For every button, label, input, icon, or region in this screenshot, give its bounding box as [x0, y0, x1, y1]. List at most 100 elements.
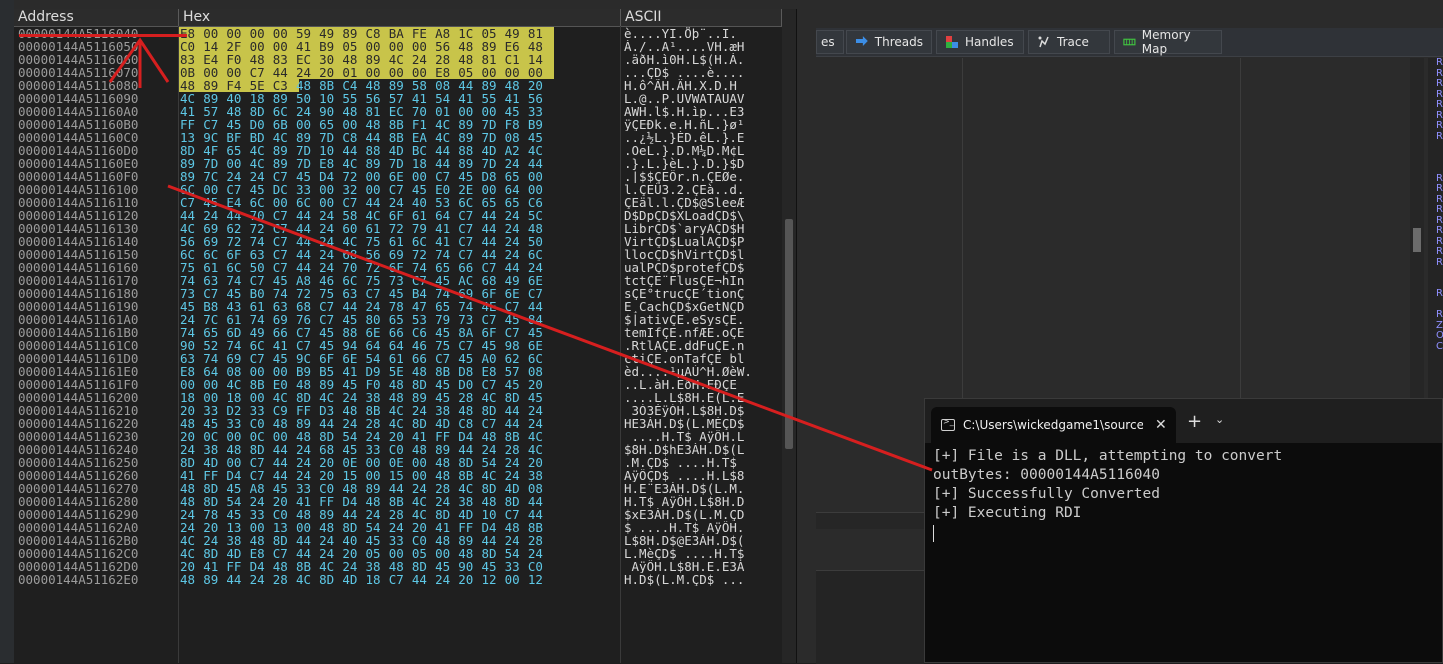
- memory-map-icon: [1123, 38, 1136, 46]
- tab-handles[interactable]: Handles: [936, 30, 1024, 54]
- register-letter: R: [1436, 309, 1443, 320]
- row-ascii: D$DpÇD$XLoadÇD$\: [624, 209, 745, 222]
- hex-byte[interactable]: 89: [203, 573, 226, 586]
- vertical-scrollbar[interactable]: [1410, 58, 1424, 398]
- row-ascii: .RtlAÇE.ddFuÇE.n: [624, 339, 745, 352]
- row-ascii: ..L.àH.EðH.EÐÇE: [624, 378, 745, 391]
- hex-byte[interactable]: C7: [389, 573, 412, 586]
- row-ascii: AWH.l$.H.ìp...E3: [624, 105, 745, 118]
- row-ascii: 3Ò3ÉÿÓH.L$8H.D$: [624, 404, 745, 417]
- row-ascii: .äðH.ì0H.L$(H.Á.: [624, 53, 745, 66]
- scrollbar-thumb[interactable]: [1413, 228, 1421, 252]
- terminal-line: [+] Successfully Converted: [933, 486, 1160, 502]
- row-ascii: H.E¨E3ÀH.D$(L.M.: [624, 482, 745, 495]
- row-hex: 48 89 44 24 28 4C 8D 4D 18 C7 44 24 20 12 00 12: [178, 573, 620, 586]
- row-ascii: ...ÇD$ ....è....: [624, 66, 745, 79]
- register-letter: [1428, 268, 1443, 279]
- row-ascii: H.T$ AÿÔH.L$8H.D: [624, 495, 745, 508]
- row-ascii: HE3ÀH.D$(L.MÈÇD$: [624, 417, 745, 430]
- hex-byte[interactable]: 12: [481, 573, 504, 586]
- close-tab-icon[interactable]: ✕: [1155, 417, 1167, 433]
- row-ascii: VirtÇD$LualAÇD$P: [624, 235, 745, 248]
- register-letter: R: [1436, 130, 1443, 142]
- row-ascii: ....H.T$ AÿÔH.L: [624, 430, 745, 443]
- terminal-line: [+] File is a DLL, attempting to convert: [933, 448, 1283, 464]
- row-ascii: temIfÇE.nfÆE.oÇE: [624, 326, 745, 339]
- register-letter: R: [1436, 183, 1443, 194]
- terminal-line: outBytes: 00000144A5116040: [933, 467, 1160, 483]
- register-column: RRRRRRRRRRRRRRRRRRRZOC: [1428, 57, 1443, 398]
- register-letter: R: [1436, 78, 1443, 89]
- new-tab-button[interactable]: +: [1187, 411, 1202, 432]
- register-letter: O: [1436, 330, 1443, 341]
- tab-threads[interactable]: Threads: [846, 30, 932, 54]
- address-column-header[interactable]: Address: [14, 9, 179, 26]
- register-letter: R: [1436, 288, 1443, 299]
- terminal-output[interactable]: [+] File is a DLL, attempting to convert…: [933, 447, 1433, 542]
- annotation-underline: [19, 34, 187, 37]
- disassembly-pane: [816, 58, 1428, 398]
- dump-header: Address Hex ASCII: [14, 9, 796, 27]
- lower-pane: [816, 570, 924, 664]
- row-ascii: AÿÔH.L$8H.E.E3À: [624, 560, 745, 573]
- terminal-icon: [941, 417, 955, 431]
- terminal-tab-title: C:\Users\wickedgame1\source: [963, 418, 1143, 432]
- handles-icon: [946, 36, 958, 48]
- row-ascii: .OeL.}.D.M¼D.M¢L: [624, 144, 745, 157]
- hex-byte[interactable]: 20: [458, 573, 481, 586]
- chevron-down-icon[interactable]: ⌄: [1215, 413, 1224, 426]
- ascii-column-header[interactable]: ASCII: [621, 9, 782, 26]
- row-ascii: sÇE°trucÇE´tionÇ: [624, 287, 745, 300]
- tab-trace-label: Trace: [1057, 35, 1089, 49]
- row-ascii: L.MèÇD$ ....H.T$: [624, 547, 745, 560]
- threads-icon: [855, 36, 868, 46]
- register-letter: R: [1436, 99, 1443, 110]
- hex-byte[interactable]: 8D: [319, 573, 342, 586]
- terminal-tab[interactable]: C:\Users\wickedgame1\source ✕: [931, 407, 1176, 443]
- pane-divider: [1240, 58, 1241, 398]
- terminal-window: C:\Users\wickedgame1\source ✕ + ⌄ [+] Fi…: [924, 398, 1443, 663]
- register-letter: R: [1436, 256, 1443, 268]
- memory-dump-window: Address Hex ASCII 00000144A5116040E80000…: [14, 9, 797, 663]
- row-ascii: l.ÇEÜ3.2.ÇEà..d.: [624, 183, 745, 196]
- hex-byte[interactable]: 4D: [342, 573, 365, 586]
- hex-byte[interactable]: 00: [505, 573, 528, 586]
- tab-threads-label: Threads: [874, 35, 923, 49]
- hex-byte[interactable]: 18: [366, 573, 389, 586]
- text-cursor: [933, 525, 934, 542]
- trace-icon: [1038, 36, 1049, 48]
- register-letter: [1428, 163, 1443, 174]
- tab-partial[interactable]: es: [816, 30, 844, 54]
- tab-memory-map[interactable]: Memory Map: [1114, 28, 1222, 56]
- dump-rows: 00000144A5116040E800000000594989C8BAFEA8…: [14, 27, 796, 586]
- row-ascii: L$8H.D$@E3ÀH.D$(: [624, 534, 745, 547]
- tab-trace[interactable]: Trace: [1028, 30, 1110, 54]
- row-ascii: $ ....H.T$ AÿÔH.: [624, 521, 745, 534]
- row-ascii: .|$$ÇEÔr.n.ÇEØe.: [624, 170, 745, 183]
- hex-byte[interactable]: 24: [435, 573, 458, 586]
- row-address: 00000144A51162E0: [18, 572, 139, 587]
- row-ascii: ....L.L$8H.E(L.E: [624, 391, 745, 404]
- hex-column-header[interactable]: Hex: [179, 9, 621, 26]
- hex-byte[interactable]: 44: [226, 573, 249, 586]
- row-ascii: AÿÔÇD$ ....H.L$8: [624, 469, 745, 482]
- hex-byte[interactable]: 24: [250, 573, 273, 586]
- dump-scrollbar-thumb[interactable]: [785, 219, 793, 449]
- dump-scrollbar[interactable]: [782, 9, 796, 663]
- hex-byte[interactable]: 12: [528, 573, 551, 586]
- terminal-titlebar: C:\Users\wickedgame1\source ✕ + ⌄: [925, 399, 1442, 443]
- hex-byte[interactable]: 48: [180, 573, 203, 586]
- tab-handles-label: Handles: [965, 35, 1014, 49]
- register-letter: R: [1436, 204, 1443, 215]
- dump-row[interactable]: 00000144A51162E0 48 89 44 24 28 4C 8D 4D 18 C7 44 24…: [14, 573, 796, 586]
- row-ascii: À./..A¹....VH.æH: [624, 40, 745, 53]
- row-ascii: ..¿½L.}ÈD.êL.}.E: [624, 131, 745, 144]
- register-letter: [1428, 153, 1443, 164]
- hex-byte[interactable]: 4C: [296, 573, 319, 586]
- row-ascii: ctiÇE.onTafÇE bl: [624, 352, 745, 365]
- register-letter: R: [1436, 120, 1443, 131]
- row-ascii: tctÇE¨FlusÇE¬hIn: [624, 274, 745, 287]
- tab-partial-label: es: [821, 35, 835, 49]
- hex-byte[interactable]: 44: [412, 573, 435, 586]
- hex-byte[interactable]: 28: [273, 573, 296, 586]
